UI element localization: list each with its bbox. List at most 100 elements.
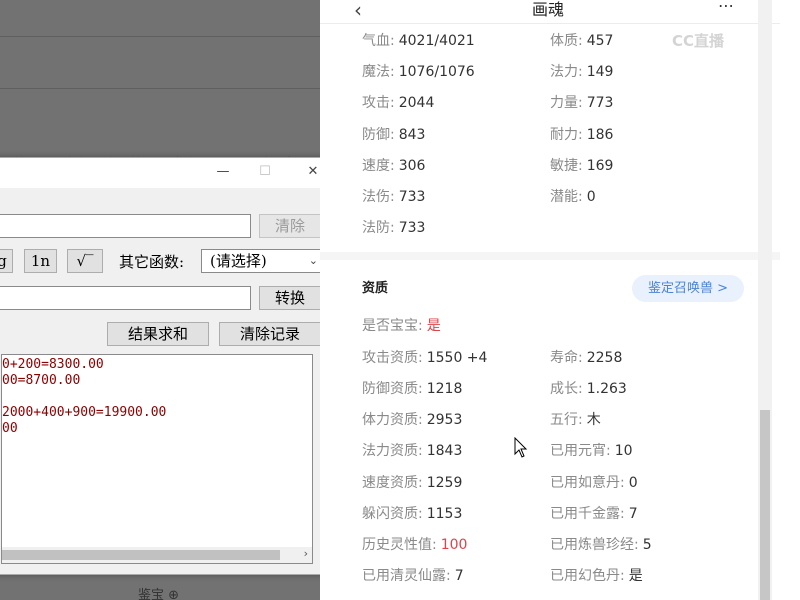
horizontal-scrollbar[interactable]: ›	[2, 547, 312, 563]
sum-results-button[interactable]: 结果求和	[107, 322, 209, 346]
stat-value: 1.263	[586, 381, 627, 397]
stat-value: 186	[586, 127, 614, 143]
apt-speed: 速度资质: 1259	[362, 472, 462, 492]
more-icon[interactable]: ⋯	[718, 0, 734, 15]
stat-label: 躲闪资质:	[362, 506, 423, 522]
search-icon: ⊕	[168, 588, 180, 600]
stat-label: 敏捷:	[550, 158, 583, 174]
stat-label: 法防:	[362, 220, 395, 236]
stat-label: 魔法:	[362, 64, 395, 80]
expression-input[interactable]	[0, 214, 251, 238]
stat-value: 是	[426, 318, 441, 334]
aptitude-section-title: 资质	[362, 281, 389, 296]
stat-strength: 力量: 773	[550, 92, 613, 112]
chevron-right-icon[interactable]: ›	[304, 547, 308, 560]
stat-label: 防御:	[362, 127, 395, 143]
apt-dodge: 躲闪资质: 1153	[362, 503, 462, 523]
apt-ruyi-used: 已用如意丹: 0	[550, 472, 638, 492]
maximize-icon[interactable]: ☐	[255, 164, 275, 179]
sqrt-button[interactable]: √‾	[67, 249, 103, 273]
stat-value: 4021/4021	[398, 33, 475, 49]
stat-label: 体质:	[550, 33, 583, 49]
stat-value: 149	[586, 64, 614, 80]
pet-detail-panel: ‹ 画魂 ⋯ 气血: 4021/4021 魔法: 1076/1076 攻击: 2044…	[320, 0, 800, 600]
apt-qianjin-used: 已用千金露: 7	[550, 503, 638, 523]
stat-label: 速度:	[362, 158, 395, 174]
stat-agility: 敏捷: 169	[550, 155, 613, 175]
background-footer[interactable]: 鉴宝 ⊕	[138, 584, 179, 600]
chevron-down-icon: ⌄	[308, 254, 318, 267]
stat-value: 1218	[426, 381, 463, 397]
stat-label: 气血:	[362, 33, 395, 49]
apt-is-baby: 是否宝宝: 是	[362, 315, 441, 335]
stat-value: 2044	[398, 95, 435, 111]
attr-speed: 速度: 306	[362, 155, 425, 175]
stat-label: 法伤:	[362, 189, 395, 205]
stat-label: 已用千金露:	[550, 506, 625, 522]
divider	[0, 36, 320, 37]
stat-endurance: 耐力: 186	[550, 124, 613, 144]
stat-label: 已用炼兽珍经:	[550, 537, 639, 553]
apt-defense: 防御资质: 1218	[362, 378, 462, 398]
attr-attack: 攻击: 2044	[362, 92, 434, 112]
stat-value: 2953	[426, 412, 463, 428]
stat-constitution: 体质: 457	[550, 30, 613, 50]
stat-value: 773	[586, 95, 614, 111]
stat-label: 已用如意丹:	[550, 475, 625, 491]
stat-value: 7	[454, 568, 464, 584]
apt-growth: 成长: 1.263	[550, 378, 627, 398]
stat-label: 是否宝宝:	[362, 318, 423, 334]
convert-input[interactable]	[0, 286, 251, 310]
page-title: 画魂	[532, 0, 565, 19]
minimize-icon[interactable]: —	[213, 164, 233, 179]
apt-stamina: 体力资质: 2953	[362, 409, 462, 429]
stat-value: 是	[628, 568, 643, 584]
ln-button[interactable]: 1n	[24, 249, 57, 273]
stat-value: 733	[398, 189, 426, 205]
stat-label: 潜能:	[550, 189, 583, 205]
history-line: 00	[2, 421, 18, 436]
stat-label: 历史灵性值:	[362, 537, 437, 553]
stat-value: 木	[586, 412, 601, 428]
attr-hp: 气血: 4021/4021	[362, 30, 475, 50]
clear-history-button[interactable]: 清除记录	[219, 322, 321, 346]
back-arrow-icon[interactable]: ‹	[354, 0, 362, 22]
appraise-pet-button[interactable]: 鉴定召唤兽 >	[632, 275, 744, 302]
history-box[interactable]: 0+200=8300.00 00=8700.00 2000+400+900=19…	[1, 354, 313, 564]
history-line: 00=8700.00	[2, 373, 81, 388]
attr-mp: 魔法: 1076/1076	[362, 61, 475, 81]
stat-label: 寿命:	[550, 350, 583, 366]
scrollbar-thumb[interactable]	[760, 410, 770, 600]
convert-button[interactable]: 转换	[259, 286, 321, 310]
stat-value: 7	[628, 506, 638, 522]
function-select[interactable]: (请选择) ⌄	[201, 249, 323, 273]
history-line: 2000+400+900=19900.00	[2, 405, 167, 420]
window-titlebar: — ☐ ✕	[0, 158, 333, 188]
stat-label: 体力资质:	[362, 412, 423, 428]
stat-value: 306	[398, 158, 426, 174]
stat-label: 速度资质:	[362, 475, 423, 491]
clear-button[interactable]: 清除	[259, 214, 321, 238]
watermark-logo: CC直播	[672, 32, 725, 50]
stat-label: 耐力:	[550, 127, 583, 143]
scrollbar-thumb[interactable]	[2, 550, 280, 560]
stat-value: 100	[440, 537, 468, 553]
stat-value: 5	[642, 537, 652, 553]
stat-label: 五行:	[550, 412, 583, 428]
footer-label: 鉴宝	[138, 588, 165, 600]
log-button[interactable]: g	[0, 249, 13, 273]
stat-value: 843	[398, 127, 426, 143]
apt-color-pill-used: 已用幻色丹: 是	[550, 565, 643, 585]
stat-value: 1153	[426, 506, 463, 522]
stat-label: 攻击资质:	[362, 350, 423, 366]
history-line: 0+200=8300.00	[2, 357, 104, 372]
stat-value: 169	[586, 158, 614, 174]
vertical-scrollbar[interactable]	[758, 0, 772, 600]
divider	[0, 88, 320, 89]
apt-attack: 攻击资质: 1550 +4	[362, 347, 487, 367]
function-select-value: (请选择)	[210, 252, 267, 270]
stat-value: 0	[628, 475, 638, 491]
stat-value: 1076/1076	[398, 64, 475, 80]
functions-label: 其它函数:	[119, 253, 185, 271]
stat-value: 1550 +4	[426, 350, 488, 366]
